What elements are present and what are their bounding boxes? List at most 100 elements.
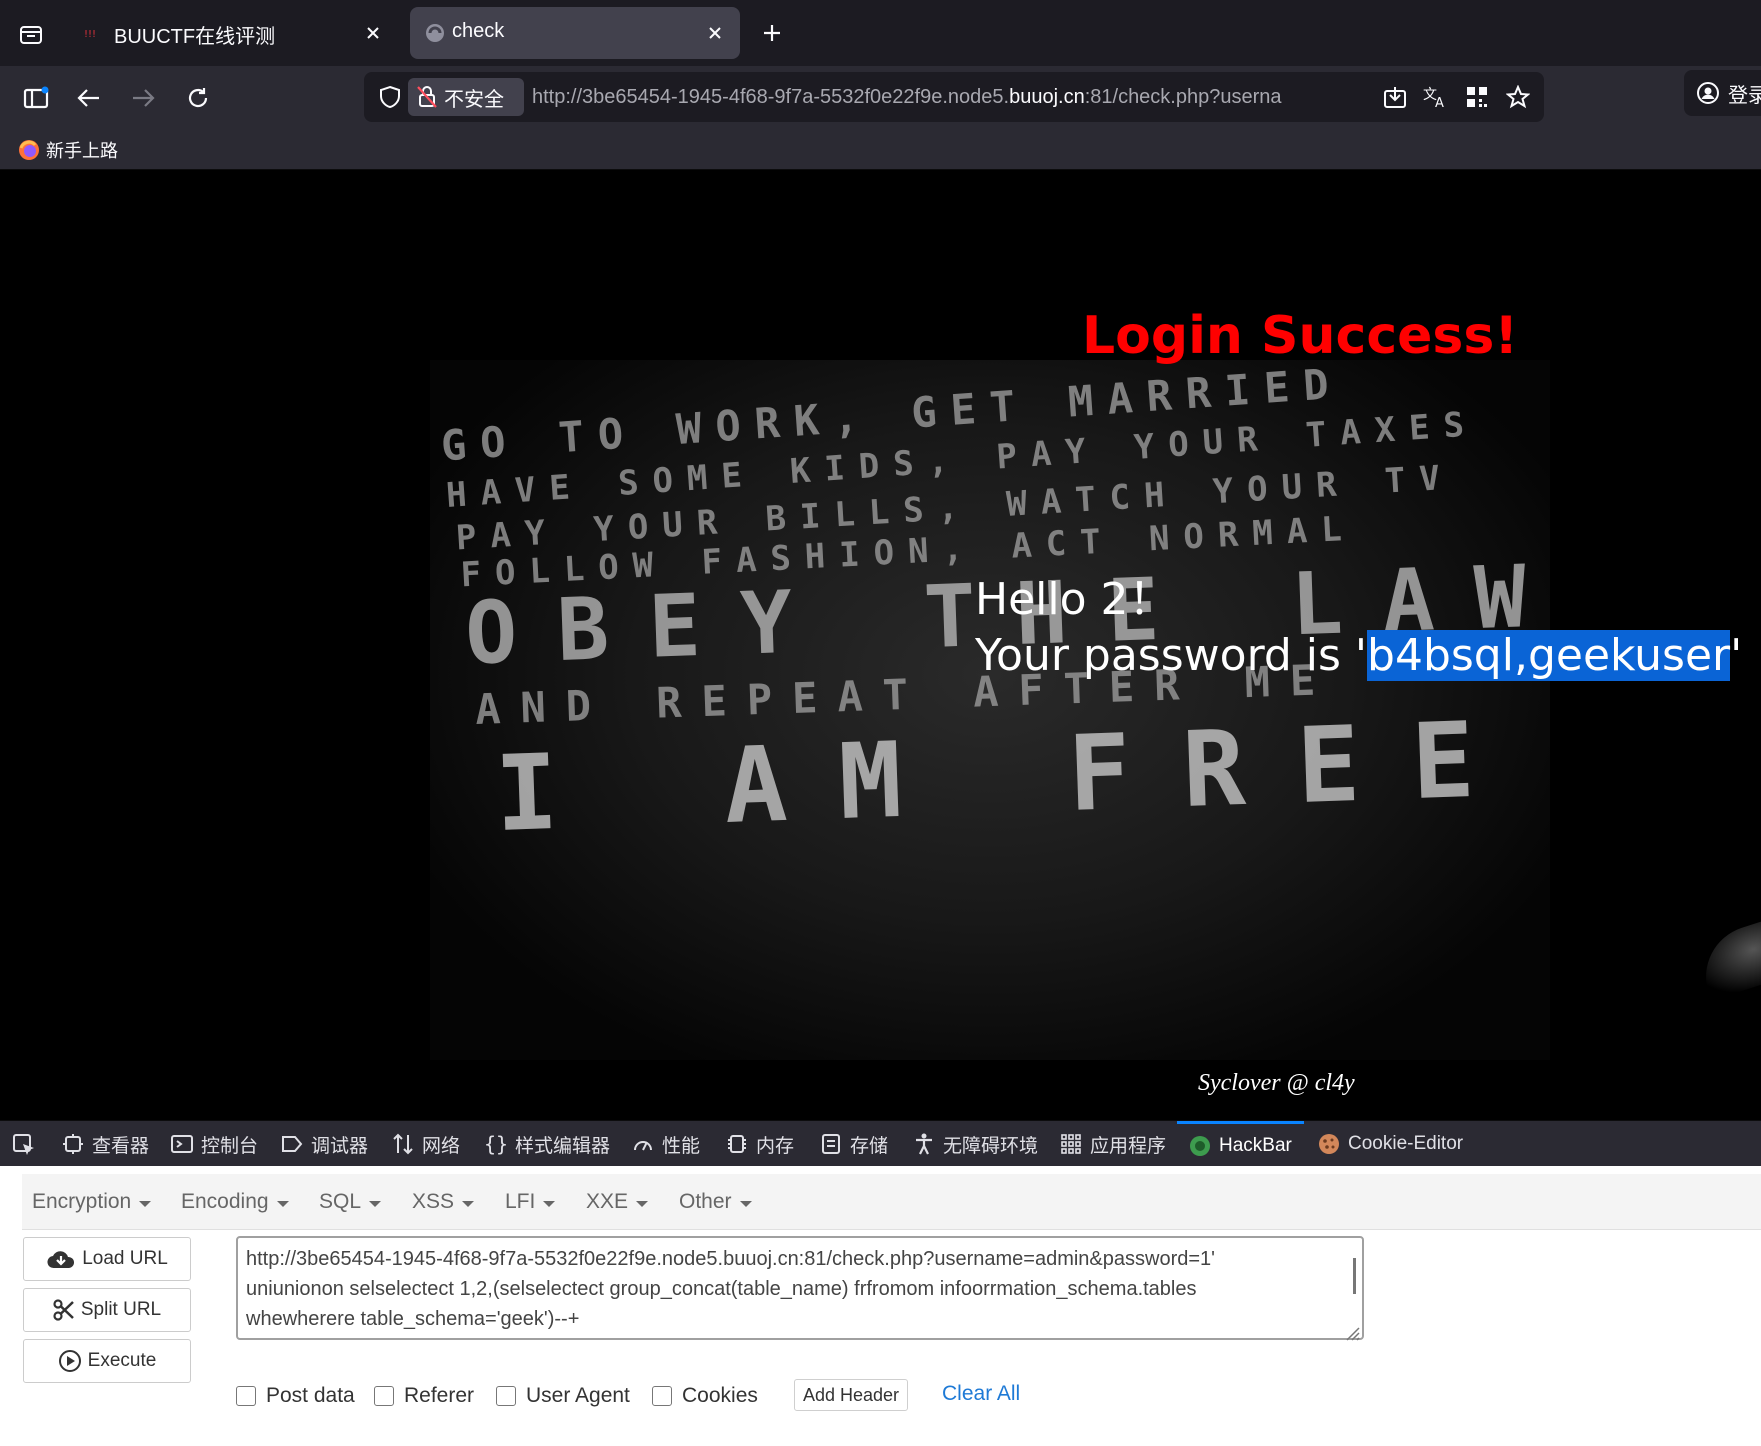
checkbox-label: Post data <box>266 1384 355 1407</box>
hackbar-panel: Encryption Encoding SQL XSS LFI XXE Othe… <box>0 1166 1761 1446</box>
translate-icon[interactable]: 文A <box>1422 83 1450 111</box>
tab-title: BUUCTF在线评测 <box>114 26 276 48</box>
checkbox-label: Referer <box>404 1384 475 1407</box>
menu-sql[interactable]: SQL <box>319 1174 382 1230</box>
tab-label: HackBar <box>1219 1134 1292 1156</box>
tab-console[interactable]: 控制台 <box>171 1121 258 1167</box>
author-signature: Syclover @ cl4y <box>1198 1070 1355 1096</box>
close-tab-icon[interactable] <box>702 20 728 46</box>
page-favicon-icon <box>424 22 446 44</box>
bird-silhouette-icon <box>1692 919 1761 1001</box>
tracking-shield-icon[interactable] <box>376 83 404 111</box>
bookmark-star-icon[interactable] <box>1504 83 1532 111</box>
url-textarea[interactable]: http://3be65454-1945-4f68-9f7a-5532f0e22… <box>236 1236 1364 1341</box>
tab-hackbar[interactable]: HackBar <box>1177 1121 1304 1167</box>
checkbox-label: User Agent <box>526 1384 630 1407</box>
clear-all-link[interactable]: Clear All <box>942 1382 1020 1406</box>
password-suffix: ' <box>1730 630 1743 681</box>
dropdown-caret-icon <box>739 1200 752 1207</box>
tab-accessibility[interactable]: 无障碍环境 <box>913 1121 1038 1167</box>
url-domain: buuoj.cn <box>1009 86 1085 108</box>
tab-performance[interactable]: 性能 <box>632 1121 700 1167</box>
cookies-checkbox[interactable]: Cookies <box>652 1382 758 1410</box>
reload-icon[interactable] <box>180 80 216 116</box>
tab-storage[interactable]: 存储 <box>820 1121 888 1167</box>
checkbox-box[interactable] <box>374 1386 394 1406</box>
menu-xxe[interactable]: XXE <box>586 1174 649 1230</box>
devtools-tab-bar: 查看器 控制台 调试器 网络 {} 样式编辑器 性能 内存 存储 无障碍环境 应… <box>0 1120 1761 1166</box>
dropdown-caret-icon <box>139 1200 152 1207</box>
scissors-icon <box>53 1299 75 1321</box>
tab-list-icon[interactable] <box>14 20 48 48</box>
user-agent-checkbox[interactable]: User Agent <box>496 1382 630 1410</box>
debugger-icon <box>281 1133 303 1155</box>
new-tab-icon[interactable] <box>757 18 787 48</box>
tab-application[interactable]: 应用程序 <box>1060 1121 1166 1167</box>
url-line: whewherere table_schema='geek')--+ <box>246 1308 580 1330</box>
buuctf-favicon-icon: !!! <box>84 24 102 42</box>
menu-encryption[interactable]: Encryption <box>32 1174 152 1230</box>
account-login-button[interactable]: 登录 <box>1684 70 1761 116</box>
tab-network[interactable]: 网络 <box>392 1121 460 1167</box>
url-line: uniunionon selselectect 1,2,(selselectec… <box>246 1278 1197 1300</box>
application-grid-icon <box>1060 1133 1082 1155</box>
tab-buuctf[interactable]: !!! BUUCTF在线评测 <box>70 7 398 59</box>
cookie-icon <box>1318 1133 1340 1155</box>
close-tab-icon[interactable] <box>360 20 386 46</box>
split-url-button[interactable]: Split URL <box>23 1288 191 1332</box>
tab-inspector[interactable]: 查看器 <box>62 1121 149 1167</box>
password-value: b4bsql,geekuser <box>1367 630 1731 681</box>
result-message: Hello 2！ Your password is 'b4bsql,geekus… <box>975 572 1742 684</box>
storage-icon <box>820 1133 842 1155</box>
tab-style-editor[interactable]: {} 样式编辑器 <box>484 1121 611 1167</box>
login-success-heading: Login Success! <box>1082 306 1519 366</box>
menu-encoding[interactable]: Encoding <box>181 1174 289 1230</box>
element-picker-icon[interactable] <box>10 1132 38 1158</box>
execute-button[interactable]: Execute <box>23 1339 191 1383</box>
tab-memory[interactable]: 内存 <box>726 1121 794 1167</box>
textarea-scrollbar[interactable] <box>1353 1258 1356 1294</box>
dropdown-caret-icon <box>462 1200 475 1207</box>
checkbox-box[interactable] <box>652 1386 672 1406</box>
save-page-icon[interactable] <box>1381 83 1409 111</box>
performance-icon <box>632 1133 654 1155</box>
svg-text:!!!: !!! <box>84 29 96 40</box>
sidebar-icon[interactable] <box>18 80 54 116</box>
load-url-button[interactable]: Load URL <box>23 1237 191 1281</box>
tab-check[interactable]: check <box>410 7 740 59</box>
menu-label: Other <box>679 1190 732 1213</box>
tab-label: 性能 <box>662 1135 701 1157</box>
back-icon[interactable] <box>71 80 107 116</box>
hackbar-menu: Encryption Encoding SQL XSS LFI XXE Othe… <box>22 1174 1761 1230</box>
navigation-toolbar: 不安全 http://3be65454-1945-4f68-9f7a-5532f… <box>0 66 1761 130</box>
menu-lfi[interactable]: LFI <box>505 1174 556 1230</box>
tab-debugger[interactable]: 调试器 <box>281 1121 368 1167</box>
menu-label: SQL <box>319 1190 362 1213</box>
tab-label: 样式编辑器 <box>515 1135 611 1157</box>
button-label: Execute <box>87 1350 157 1371</box>
address-bar[interactable]: 不安全 http://3be65454-1945-4f68-9f7a-5532f… <box>364 72 1544 122</box>
cloud-download-icon <box>46 1248 76 1270</box>
site-security-indicator[interactable]: 不安全 <box>408 78 524 116</box>
tab-label: 调试器 <box>311 1135 369 1157</box>
forward-icon[interactable] <box>125 80 161 116</box>
checkbox-box[interactable] <box>236 1386 256 1406</box>
tab-label: 网络 <box>422 1135 461 1157</box>
tab-cookie-editor[interactable]: Cookie-Editor <box>1318 1121 1463 1167</box>
checkbox-label: Cookies <box>682 1384 758 1407</box>
referer-checkbox[interactable]: Referer <box>374 1382 474 1410</box>
url-suffix: :81/check.php?userna <box>1084 86 1282 108</box>
dropdown-caret-icon <box>636 1200 649 1207</box>
dropdown-caret-icon <box>543 1200 556 1207</box>
checkbox-box[interactable] <box>496 1386 516 1406</box>
menu-xss[interactable]: XSS <box>412 1174 475 1230</box>
menu-other[interactable]: Other <box>679 1174 752 1230</box>
url-line: http://3be65454-1945-4f68-9f7a-5532f0e22… <box>246 1248 1215 1270</box>
bookmark-getting-started[interactable]: 新手上路 <box>18 137 118 163</box>
post-data-checkbox[interactable]: Post data <box>236 1382 355 1410</box>
add-header-button[interactable]: Add Header <box>794 1379 908 1411</box>
password-line: Your password is 'b4bsql,geekuser' <box>975 628 1742 684</box>
url-text[interactable]: http://3be65454-1945-4f68-9f7a-5532f0e22… <box>532 72 1372 122</box>
resize-handle-icon[interactable] <box>1344 1320 1360 1341</box>
qr-code-icon[interactable] <box>1463 83 1491 111</box>
